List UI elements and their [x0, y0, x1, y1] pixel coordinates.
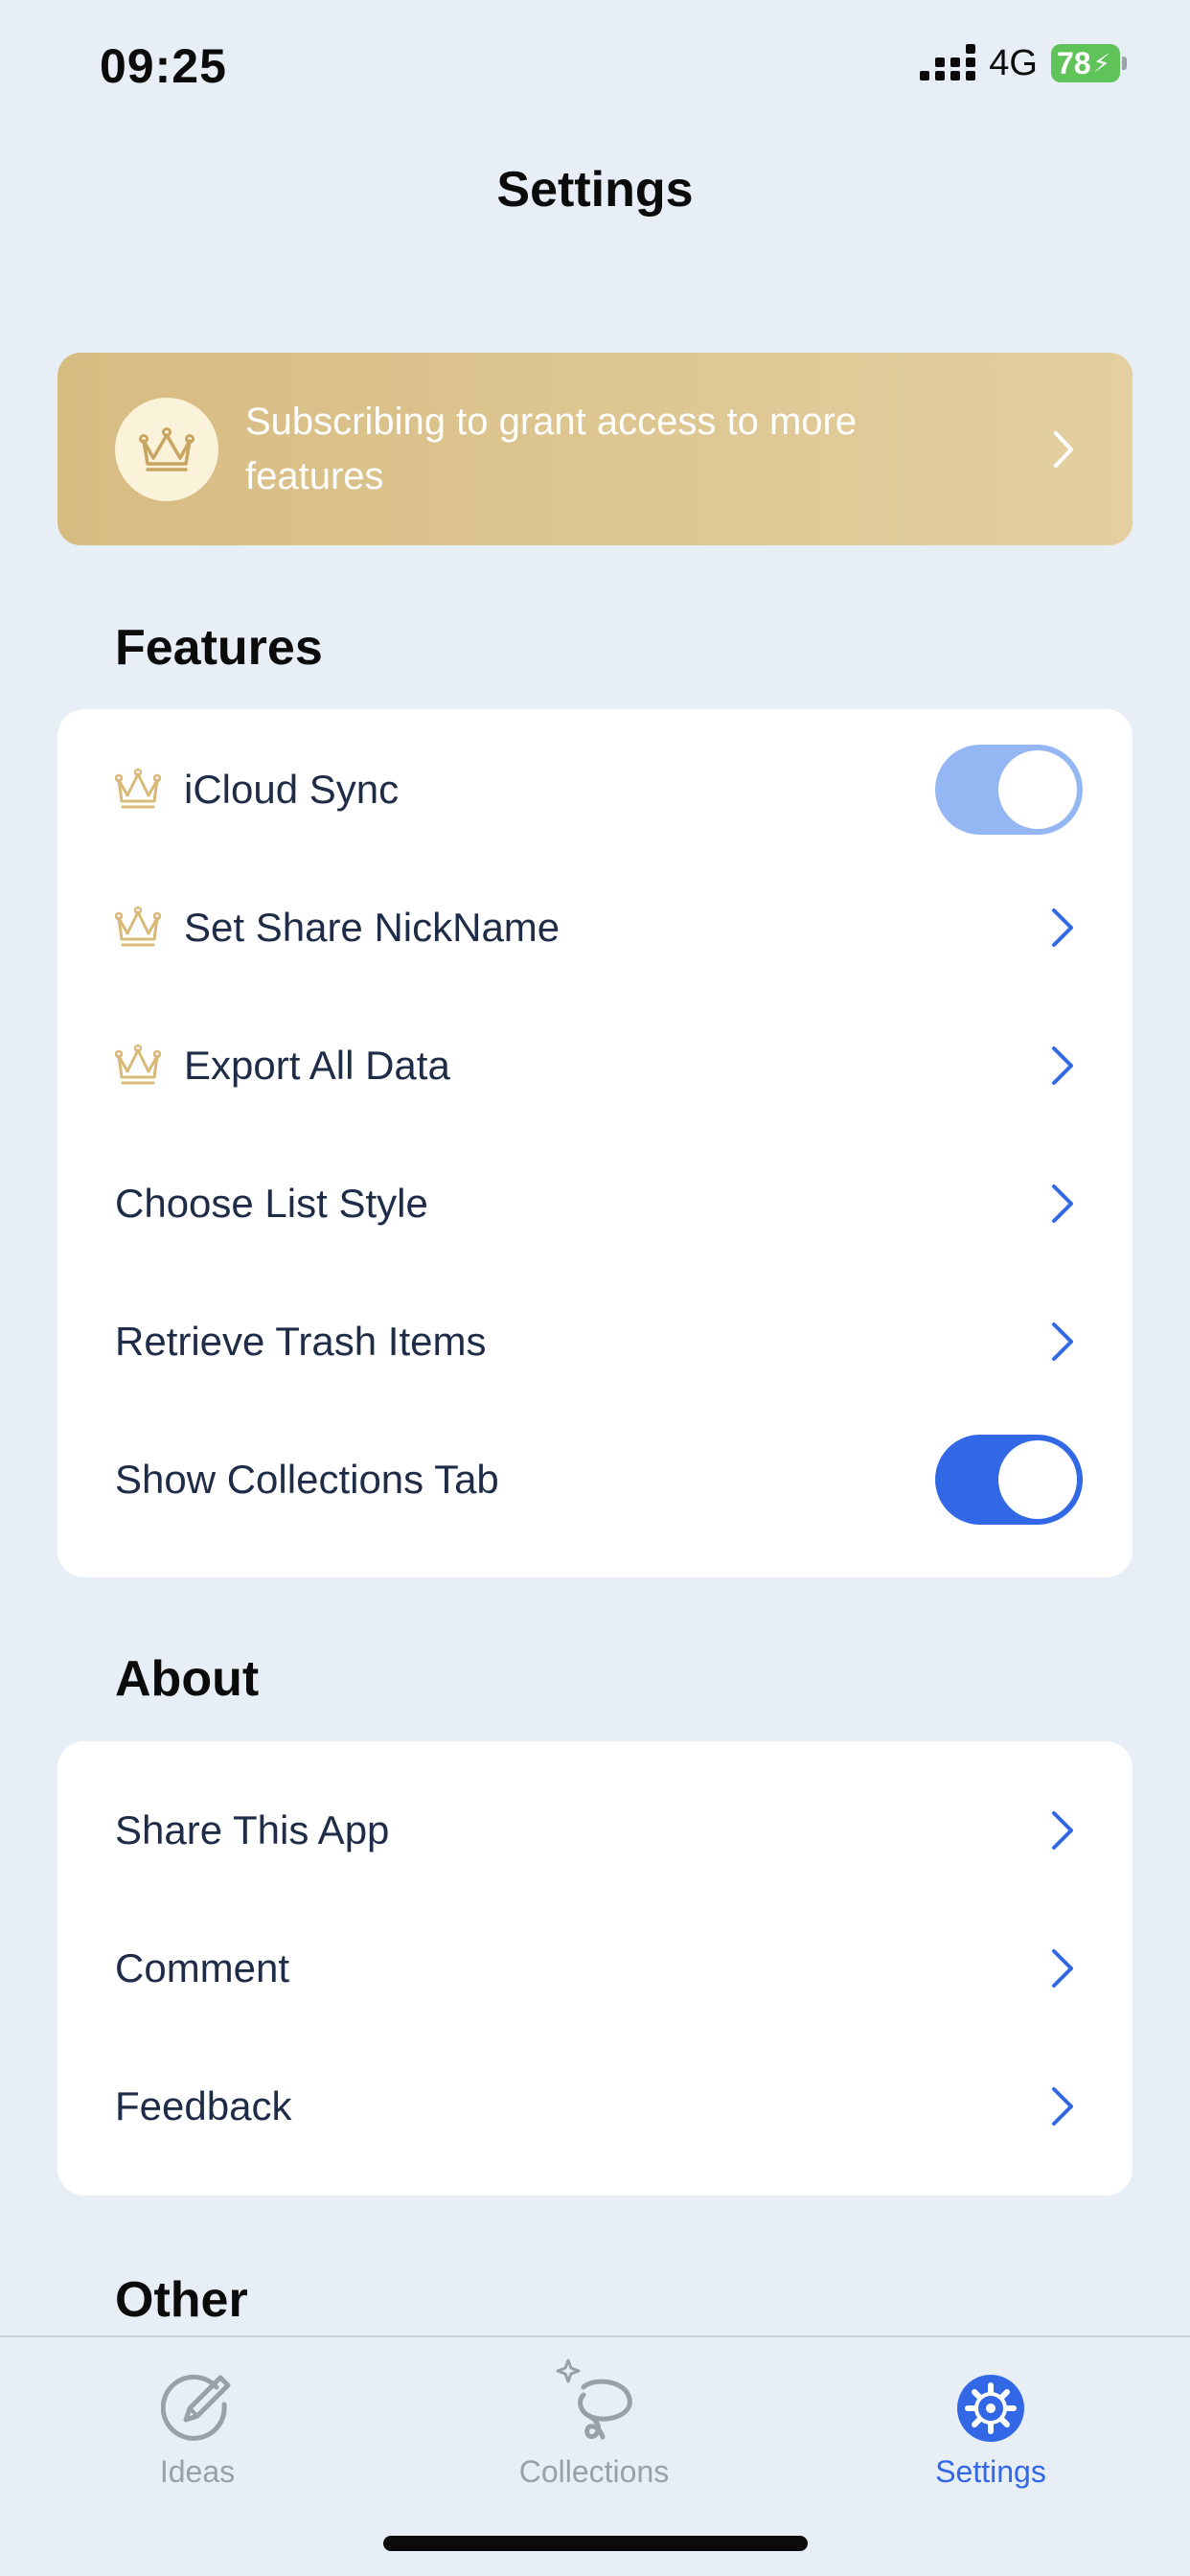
row-choose-list-style[interactable]: Choose List Style [57, 1135, 1133, 1273]
chevron-right-icon [1052, 1811, 1073, 1850]
gear-icon [957, 2375, 1024, 2442]
home-indicator[interactable] [383, 2536, 808, 2551]
battery-icon: 78 ⚡ [1051, 44, 1127, 82]
chevron-right-icon [1052, 1046, 1073, 1085]
pencil-circle-icon [161, 2374, 231, 2441]
status-indicators: 4G 78 ⚡ [920, 42, 1127, 84]
settings-screen: 09:25 4G 78 ⚡ Settings Subscribing to gra… [0, 0, 1190, 2576]
crown-icon [115, 1043, 161, 1089]
row-label: Show Collections Tab [115, 1457, 499, 1502]
chevron-right-icon [1052, 908, 1073, 947]
tab-label: Ideas [159, 2454, 236, 2489]
row-icloud-sync: iCloud Sync [57, 721, 1133, 859]
network-type: 4G [989, 42, 1038, 83]
chevron-right-icon [1052, 1184, 1073, 1223]
crown-icon [115, 905, 161, 951]
row-label: Set Share NickName [184, 905, 561, 950]
tab-collections[interactable]: Collections [450, 2337, 738, 2490]
crown-icon [115, 767, 161, 813]
subscribe-banner[interactable]: Subscribing to grant access to more feat… [57, 353, 1133, 545]
row-retrieve-trash-items[interactable]: Retrieve Trash Items [57, 1273, 1133, 1411]
row-show-collections-tab: Show Collections Tab [57, 1411, 1133, 1549]
section-title-features: Features [115, 620, 323, 676]
tab-ideas[interactable]: Ideas [54, 2337, 341, 2490]
row-label: Comment [115, 1945, 290, 1990]
features-card: iCloud Sync Set Share NickName Export Al… [57, 709, 1133, 1577]
icloud-sync-toggle[interactable] [935, 745, 1083, 835]
row-set-share-nickname[interactable]: Set Share NickName [57, 859, 1133, 997]
row-label: Feedback [115, 2083, 292, 2128]
row-label: iCloud Sync [184, 767, 400, 812]
chevron-right-icon [1052, 1949, 1073, 1988]
chevron-right-icon [1052, 2087, 1073, 2126]
banner-text: Subscribing to grant access to more feat… [245, 400, 858, 497]
row-share-this-app[interactable]: Share This App [57, 1761, 1133, 1899]
row-comment[interactable]: Comment [57, 1899, 1133, 2037]
tab-label: Collections [518, 2454, 670, 2489]
chevron-right-icon [1054, 431, 1073, 468]
row-label: Share This App [115, 1807, 390, 1852]
signal-icon [920, 44, 976, 80]
tab-settings[interactable]: Settings [847, 2337, 1134, 2490]
section-title-other: Other [115, 2272, 248, 2328]
row-label: Choose List Style [115, 1181, 428, 1226]
crown-badge [115, 397, 218, 501]
chevron-right-icon [1052, 1322, 1073, 1361]
about-card: Share This App Comment Feedback [57, 1741, 1133, 2196]
tab-label: Settings [935, 2454, 1046, 2489]
row-label: Export All Data [184, 1043, 450, 1088]
row-feedback[interactable]: Feedback [57, 2037, 1133, 2175]
row-export-all-data[interactable]: Export All Data [57, 997, 1133, 1135]
page-title: Settings [496, 162, 694, 218]
show-collections-toggle[interactable] [935, 1435, 1083, 1525]
battery-level: 78 [1057, 45, 1091, 80]
crown-icon [139, 426, 195, 472]
section-title-about: About [115, 1651, 260, 1707]
sparkle-lasso-icon [556, 2358, 632, 2440]
status-time: 09:25 [100, 39, 227, 93]
row-label: Retrieve Trash Items [115, 1319, 487, 1364]
